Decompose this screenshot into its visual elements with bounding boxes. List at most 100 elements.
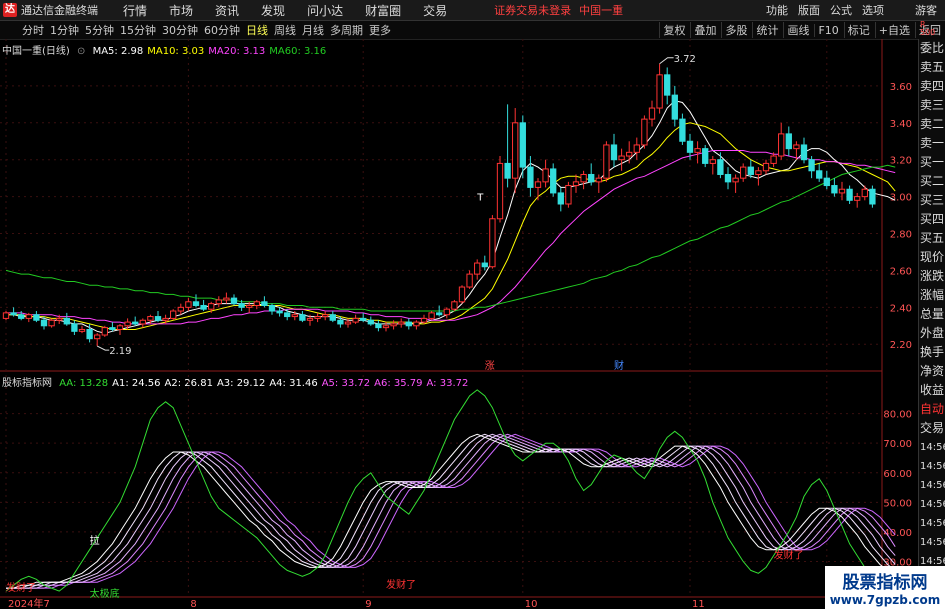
sidebar-item[interactable]: 涨跌: [919, 267, 945, 286]
sidebar-item[interactable]: 委比: [919, 39, 945, 58]
r-indicator: R 500: [920, 21, 935, 37]
tool-button-3[interactable]: 统计: [752, 22, 781, 38]
t-signal-label: T: [476, 192, 484, 203]
menu-item-trade[interactable]: 交易: [423, 2, 447, 19]
sidebar-item[interactable]: 涨幅: [919, 286, 945, 305]
tool-button-4[interactable]: 画线: [783, 22, 812, 38]
sidebar-item[interactable]: 卖五: [919, 58, 945, 77]
date-tick-label: 10: [525, 599, 538, 609]
sidebar-item[interactable]: 净资: [919, 362, 945, 381]
menu-item-wealth[interactable]: 财富圈: [365, 2, 401, 19]
candle-body: [671, 94, 678, 120]
candle-body: [78, 328, 86, 332]
candle-body: [162, 317, 169, 321]
price-tick-label: 2.40: [890, 303, 912, 314]
candle-body: [572, 181, 580, 187]
candle-body: [261, 301, 268, 306]
auto-trade-label[interactable]: 自动: [919, 400, 945, 419]
period-tab-3[interactable]: 15分钟: [120, 22, 156, 38]
menu-item-options[interactable]: 选项: [862, 2, 884, 18]
period-tab-4[interactable]: 30分钟: [162, 22, 198, 38]
candle-body: [512, 122, 519, 179]
menu-item-ask[interactable]: 问小达: [307, 2, 343, 19]
candle-body: [124, 321, 131, 327]
candle-body: [420, 317, 428, 323]
tool-button-7[interactable]: +自选: [874, 22, 913, 38]
candle-body: [246, 304, 253, 308]
candle-body: [755, 170, 762, 175]
menu-item-formula[interactable]: 公式: [830, 2, 852, 18]
sidebar-item[interactable]: 买二: [919, 172, 945, 191]
period-tab-10[interactable]: 更多: [369, 22, 391, 38]
login-notice[interactable]: 证券交易未登录: [494, 2, 571, 18]
stock-chart[interactable]: 2.202.402.602.803.003.203.403.6030.0040.…: [0, 39, 918, 609]
auto-trade-label[interactable]: 交易: [919, 419, 945, 438]
candle-body: [25, 314, 32, 319]
period-tab-2[interactable]: 5分钟: [85, 22, 114, 38]
price-tick-label: 2.20: [890, 340, 912, 351]
sidebar-item[interactable]: 买三: [919, 191, 945, 210]
tool-button-6[interactable]: 标记: [843, 22, 873, 38]
menu-item-market[interactable]: 行情: [123, 2, 147, 19]
period-tab-8[interactable]: 月线: [302, 22, 324, 38]
sidebar-item[interactable]: 买四: [919, 210, 945, 229]
candle-body: [626, 151, 633, 157]
tool-button-5[interactable]: F10: [814, 23, 841, 37]
ma-line-ma60: [5, 164, 896, 312]
price-tick-label: 3.40: [890, 119, 912, 130]
sidebar-item[interactable]: 卖二: [919, 115, 945, 134]
candle-body: [451, 301, 458, 310]
menu-item-discover[interactable]: 发现: [261, 2, 285, 19]
tool-button-0[interactable]: 复权: [659, 22, 688, 38]
earnings-marker: 财: [614, 359, 624, 372]
sidebar-item[interactable]: 外盘: [919, 324, 945, 343]
candle-body: [648, 107, 656, 120]
candle-body: [816, 170, 823, 179]
candle-body: [390, 323, 397, 327]
candle-body: [770, 155, 777, 164]
sidebar-item[interactable]: 买五: [919, 229, 945, 248]
menu-item-layout[interactable]: 版面: [798, 2, 820, 18]
sidebar-item[interactable]: 收益: [919, 381, 945, 400]
tool-button-1[interactable]: 叠加: [690, 22, 719, 38]
low-marker: [96, 345, 110, 351]
guest-label[interactable]: 游客: [915, 2, 937, 18]
title-bar: 达 通达信金融终端 行情 市场 资讯 发现 问小达 财富圈 交易 证券交易未登录…: [0, 0, 945, 21]
app-title: 通达信金融终端: [21, 4, 98, 17]
tool-button-2[interactable]: 多股: [721, 22, 750, 38]
candle-body: [154, 316, 162, 321]
sidebar-item[interactable]: 卖三: [919, 96, 945, 115]
period-tab-1[interactable]: 1分钟: [50, 22, 79, 38]
period-tab-9[interactable]: 多周期: [330, 22, 363, 38]
period-tab-6[interactable]: 日线: [246, 22, 268, 38]
candle-body: [56, 317, 63, 321]
candle-body: [94, 334, 101, 340]
candle-body: [306, 317, 314, 321]
sidebar-item[interactable]: 卖一: [919, 134, 945, 153]
indicator-tick-label: 40.00: [883, 528, 912, 539]
candle-body: [458, 286, 466, 303]
period-tab-7[interactable]: 周线: [274, 22, 296, 38]
candle-body: [2, 312, 10, 319]
candle-body: [147, 316, 154, 321]
sidebar-item[interactable]: 换手: [919, 343, 945, 362]
sidebar-item[interactable]: 现价: [919, 248, 945, 267]
candle-body: [443, 308, 450, 316]
indicator-tick-label: 60.00: [883, 469, 912, 480]
menu-item-news[interactable]: 资讯: [215, 2, 239, 19]
sidebar-item[interactable]: 卖四: [919, 77, 945, 96]
period-tab-5[interactable]: 60分钟: [204, 22, 240, 38]
low-price-label: 2.19: [109, 346, 131, 357]
candle-body: [109, 327, 116, 330]
candle-body: [709, 159, 716, 164]
period-tab-0[interactable]: 分时: [22, 22, 44, 38]
candle-body: [557, 192, 564, 205]
candle-body: [215, 299, 222, 305]
main-menu: 行情 市场 资讯 发现 问小达 财富圈 交易: [112, 2, 458, 19]
candle-body: [428, 312, 435, 319]
sidebar-item[interactable]: 总量: [919, 305, 945, 324]
candle-body: [253, 301, 260, 306]
menu-item-function[interactable]: 功能: [766, 2, 788, 18]
sidebar-item[interactable]: 买一: [919, 153, 945, 172]
menu-item-markets[interactable]: 市场: [169, 2, 193, 19]
